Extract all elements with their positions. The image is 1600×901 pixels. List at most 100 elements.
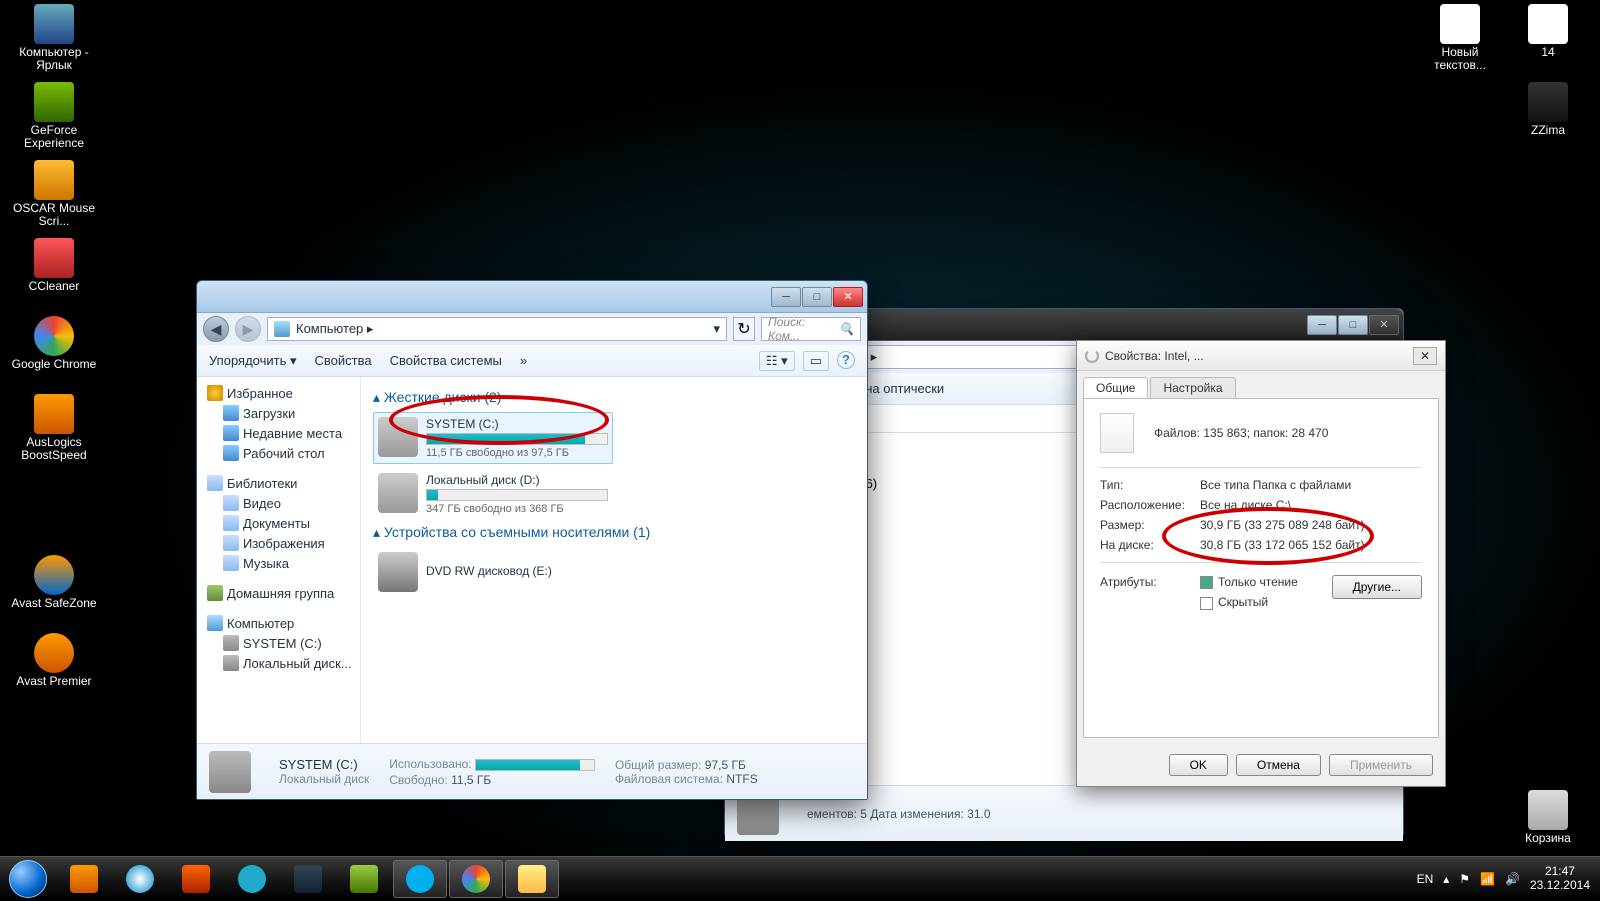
checkbox-hidden[interactable]: Скрытый bbox=[1200, 595, 1332, 609]
tree-item-downloads[interactable]: Загрузки bbox=[201, 403, 356, 423]
tree-item-pictures[interactable]: Изображения bbox=[201, 533, 356, 553]
view-button[interactable]: ☷ ▾ bbox=[759, 351, 795, 371]
drive-icon bbox=[223, 635, 239, 651]
computer-icon bbox=[34, 4, 74, 44]
taskbar-item-wmp[interactable] bbox=[57, 860, 111, 898]
cmd-system-properties[interactable]: Свойства системы bbox=[390, 353, 502, 368]
section-hard-drives[interactable]: ▴ Жесткие диски (2) bbox=[373, 389, 855, 406]
desktop-icon[interactable]: Avast Premier bbox=[10, 633, 98, 688]
folder-icon bbox=[223, 425, 239, 441]
cancel-button[interactable]: Отмена bbox=[1236, 754, 1321, 776]
library-icon bbox=[207, 475, 223, 491]
taskbar-item-steam[interactable] bbox=[281, 860, 335, 898]
drive-icon bbox=[378, 473, 418, 513]
cmd-organize[interactable]: Упорядочить ▾ bbox=[209, 353, 297, 369]
tree-item-recent[interactable]: Недавние места bbox=[201, 423, 356, 443]
desktop-icon[interactable]: OSCAR Mouse Scri... bbox=[10, 160, 98, 228]
forward-button[interactable]: ▶ bbox=[235, 316, 261, 342]
titlebar[interactable]: Свойства: Intel, ... ✕ bbox=[1077, 341, 1445, 371]
desktop-icon[interactable]: GeForce Experience bbox=[10, 82, 98, 150]
desktop-icon[interactable]: Новый текстов... bbox=[1416, 4, 1504, 72]
tree-homegroup[interactable]: Домашняя группа bbox=[201, 583, 356, 603]
search-input[interactable]: Поиск: Ком...🔍 bbox=[761, 317, 861, 341]
tree-computer[interactable]: Компьютер bbox=[201, 613, 356, 633]
close-button[interactable]: ✕ bbox=[833, 287, 863, 307]
wmp-icon bbox=[70, 865, 98, 893]
tray-network-icon[interactable]: 📶 bbox=[1480, 872, 1495, 886]
tree-item-desktop[interactable]: Рабочий стол bbox=[201, 443, 356, 463]
busy-icon bbox=[1085, 349, 1099, 363]
close-button[interactable]: ✕ bbox=[1369, 315, 1399, 335]
windows-orb-icon bbox=[9, 860, 47, 898]
tab-general[interactable]: Общие bbox=[1083, 377, 1148, 398]
minimize-button[interactable]: ─ bbox=[1307, 315, 1337, 335]
titlebar[interactable]: ─ □ ✕ bbox=[197, 281, 867, 313]
dvd-icon bbox=[378, 552, 418, 592]
address-field[interactable]: Компьютер ▸ ▾ bbox=[267, 317, 727, 341]
drive-e-tile[interactable]: DVD RW дисковод (E:) bbox=[373, 547, 613, 597]
details-pane: SYSTEM (C:) Локальный диск Использовано:… bbox=[197, 743, 867, 799]
explorer-window-computer[interactable]: ─ □ ✕ ◀ ▶ Компьютер ▸ ▾ ↻ Поиск: Ком...🔍… bbox=[196, 280, 868, 800]
taskbar-item-z[interactable] bbox=[225, 860, 279, 898]
zzima-icon bbox=[1528, 82, 1568, 122]
tree-item-music[interactable]: Музыка bbox=[201, 553, 356, 573]
tree-item-drive-c[interactable]: SYSTEM (C:) bbox=[201, 633, 356, 653]
taskbar: EN ▴ ⚑ 📶 🔊 21:4723.12.2014 bbox=[0, 856, 1600, 900]
tree-item-videos[interactable]: Видео bbox=[201, 493, 356, 513]
language-indicator[interactable]: EN bbox=[1417, 872, 1434, 886]
clock[interactable]: 21:4723.12.2014 bbox=[1530, 865, 1590, 891]
refresh-button[interactable]: ↻ bbox=[733, 317, 755, 341]
taskbar-item-flame[interactable] bbox=[169, 860, 223, 898]
desktop-icon[interactable]: Avast SafeZone bbox=[10, 555, 98, 610]
back-button[interactable]: ◀ bbox=[203, 316, 229, 342]
capacity-bar bbox=[426, 433, 608, 445]
taskbar-item-chrome[interactable] bbox=[449, 860, 503, 898]
drive-c-tile[interactable]: SYSTEM (C:) 11,5 ГБ свободно из 97,5 ГБ bbox=[373, 412, 613, 464]
folder-icon bbox=[223, 445, 239, 461]
bolt-icon bbox=[126, 865, 154, 893]
section-removable[interactable]: ▴ Устройства со съемными носителями (1) bbox=[373, 524, 855, 541]
desktop-icon[interactable]: 14 bbox=[1504, 4, 1592, 59]
desktop-icon[interactable]: Компьютер - Ярлык bbox=[10, 4, 98, 72]
maximize-button[interactable]: □ bbox=[802, 287, 832, 307]
minimize-button[interactable]: ─ bbox=[771, 287, 801, 307]
z-icon bbox=[238, 865, 266, 893]
system-tray: EN ▴ ⚑ 📶 🔊 21:4723.12.2014 bbox=[1417, 865, 1600, 891]
ccleaner-icon bbox=[34, 238, 74, 278]
video-icon bbox=[223, 495, 239, 511]
cmd-properties[interactable]: Свойства bbox=[315, 353, 372, 368]
homegroup-icon bbox=[207, 585, 223, 601]
tray-flag-icon[interactable]: ⚑ bbox=[1459, 872, 1470, 886]
taskbar-item-np[interactable] bbox=[337, 860, 391, 898]
taskbar-item-skype[interactable] bbox=[393, 860, 447, 898]
taskbar-item-bolt[interactable] bbox=[113, 860, 167, 898]
tab-settings[interactable]: Настройка bbox=[1150, 377, 1235, 398]
mouse-icon bbox=[34, 160, 74, 200]
tray-chevron[interactable]: ▴ bbox=[1443, 872, 1449, 886]
start-button[interactable] bbox=[0, 857, 56, 901]
drive-d-tile[interactable]: Локальный диск (D:) 347 ГБ свободно из 3… bbox=[373, 468, 613, 520]
cmd-overflow[interactable]: » bbox=[520, 353, 527, 368]
desktop-icon[interactable]: CCleaner bbox=[10, 238, 98, 293]
properties-dialog[interactable]: Свойства: Intel, ... ✕ Общие Настройка Ф… bbox=[1076, 340, 1446, 787]
preview-pane-button[interactable]: ▭ bbox=[803, 351, 829, 371]
close-button[interactable]: ✕ bbox=[1413, 347, 1437, 365]
apply-button[interactable]: Применить bbox=[1329, 754, 1433, 776]
tray-volume-icon[interactable]: 🔊 bbox=[1505, 872, 1520, 886]
tree-item-drive-d[interactable]: Локальный диск... bbox=[201, 653, 356, 673]
tree-libraries[interactable]: Библиотеки bbox=[201, 473, 356, 493]
ok-button[interactable]: OK bbox=[1169, 754, 1228, 776]
desktop-icon[interactable]: ZZima bbox=[1504, 82, 1592, 137]
picture-icon bbox=[223, 535, 239, 551]
maximize-button[interactable]: □ bbox=[1338, 315, 1368, 335]
help-button[interactable]: ? bbox=[837, 351, 855, 369]
capacity-bar bbox=[426, 489, 608, 501]
taskbar-item-explorer[interactable] bbox=[505, 860, 559, 898]
tree-item-documents[interactable]: Документы bbox=[201, 513, 356, 533]
checkbox-readonly[interactable]: Только чтение bbox=[1200, 575, 1332, 589]
desktop-icon[interactable]: Google Chrome bbox=[10, 316, 98, 371]
desktop-icon[interactable]: AusLogics BoostSpeed bbox=[10, 394, 98, 462]
more-button[interactable]: Другие... bbox=[1332, 575, 1422, 599]
tree-favorites[interactable]: Избранное bbox=[201, 383, 356, 403]
desktop-icon[interactable]: Корзина bbox=[1504, 790, 1592, 845]
